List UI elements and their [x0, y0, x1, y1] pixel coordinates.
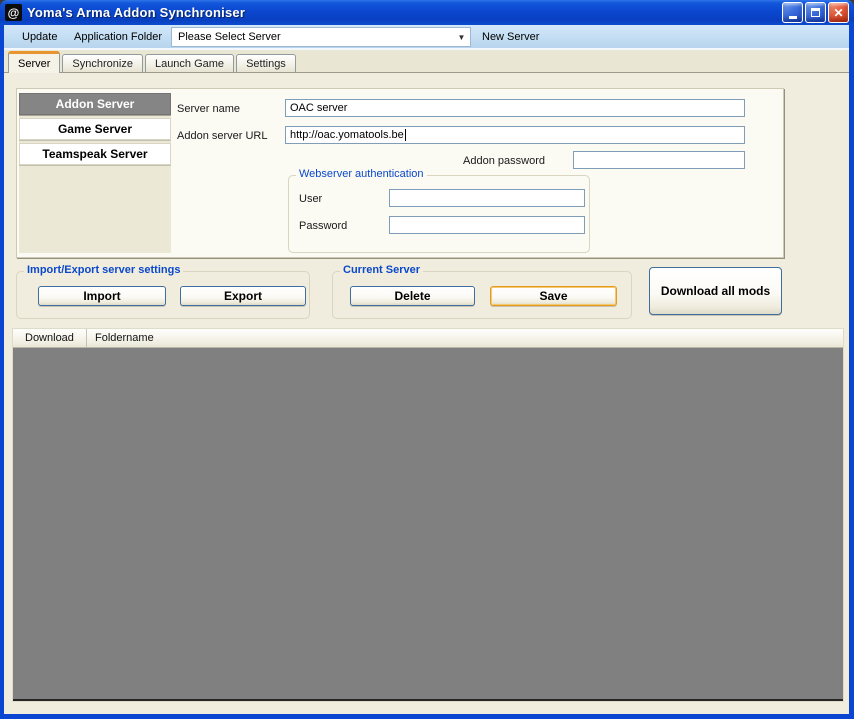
mod-list-body	[13, 348, 843, 701]
server-select-value: Please Select Server	[178, 31, 281, 43]
addon-url-label: Addon server URL	[177, 130, 268, 142]
sidebar-item-teamspeak-server[interactable]: Teamspeak Server	[19, 143, 171, 165]
window-frame: Update Application Folder Please Select …	[0, 25, 854, 719]
current-server-title: Current Server	[340, 264, 424, 276]
minimize-icon	[788, 16, 797, 19]
tab-server[interactable]: Server	[8, 51, 61, 73]
menu-update[interactable]: Update	[20, 25, 59, 48]
chevron-down-icon[interactable]: ▼	[453, 33, 470, 42]
minimize-button[interactable]	[782, 2, 803, 23]
column-header-download[interactable]: Download	[13, 329, 87, 347]
webserver-auth-groupbox: Webserver authentication User Password	[288, 168, 590, 253]
download-all-mods-button[interactable]: Download all mods	[649, 267, 782, 315]
server-settings-panel: Addon Server Game Server Teamspeak Serve…	[16, 88, 784, 258]
toolbar: Update Application Folder Please Select …	[4, 25, 849, 50]
app-icon: @	[5, 4, 22, 21]
password-input[interactable]	[389, 216, 585, 234]
current-server-groupbox: Current Server Delete Save	[332, 264, 632, 319]
addon-url-value: http://oac.yomatools.be	[290, 129, 404, 141]
server-name-input[interactable]	[285, 99, 745, 117]
import-export-title: Import/Export server settings	[24, 264, 184, 276]
text-caret	[404, 129, 406, 141]
maximize-icon	[811, 8, 820, 17]
sidebar-item-addon-server[interactable]: Addon Server	[19, 93, 171, 115]
menu-new-server[interactable]: New Server	[480, 25, 541, 48]
import-button[interactable]: Import	[38, 286, 166, 306]
maximize-button[interactable]	[805, 2, 826, 23]
addon-password-input[interactable]	[573, 151, 745, 169]
sidebar-item-game-server[interactable]: Game Server	[19, 118, 171, 140]
server-tab-page: Addon Server Game Server Teamspeak Serve…	[4, 73, 849, 714]
close-button[interactable]: ✕	[828, 2, 849, 23]
export-button[interactable]: Export	[180, 286, 306, 306]
tab-strip: Server Synchronize Launch Game Settings	[4, 50, 849, 73]
import-export-groupbox: Import/Export server settings Import Exp…	[16, 264, 310, 319]
mod-list: Download Foldername	[12, 328, 844, 702]
tab-launch-game[interactable]: Launch Game	[144, 54, 235, 72]
password-label: Password	[299, 220, 348, 232]
delete-button[interactable]: Delete	[350, 286, 475, 306]
mod-list-header: Download Foldername	[13, 329, 843, 348]
addon-password-label: Addon password	[463, 155, 545, 167]
menu-application-folder[interactable]: Application Folder	[72, 25, 164, 48]
save-button[interactable]: Save	[490, 286, 617, 306]
user-label: User	[299, 193, 323, 205]
app-window: @ Yoma's Arma Addon Synchroniser ✕ Updat…	[0, 0, 854, 719]
window-title: Yoma's Arma Addon Synchroniser	[27, 5, 246, 20]
addon-url-input[interactable]: http://oac.yomatools.be	[285, 126, 745, 144]
title-bar: @ Yoma's Arma Addon Synchroniser ✕	[0, 0, 854, 25]
server-select-dropdown[interactable]: Please Select Server ▼	[171, 27, 471, 47]
server-name-label: Server name	[177, 103, 240, 115]
user-input[interactable]	[389, 189, 585, 207]
server-type-sidebar: Addon Server Game Server Teamspeak Serve…	[19, 93, 171, 253]
window-controls: ✕	[782, 2, 849, 23]
tab-settings[interactable]: Settings	[236, 54, 296, 72]
close-icon: ✕	[833, 5, 844, 20]
column-header-foldername[interactable]: Foldername	[87, 329, 843, 347]
webserver-auth-title: Webserver authentication	[296, 168, 427, 180]
tab-synchronize[interactable]: Synchronize	[62, 54, 143, 72]
